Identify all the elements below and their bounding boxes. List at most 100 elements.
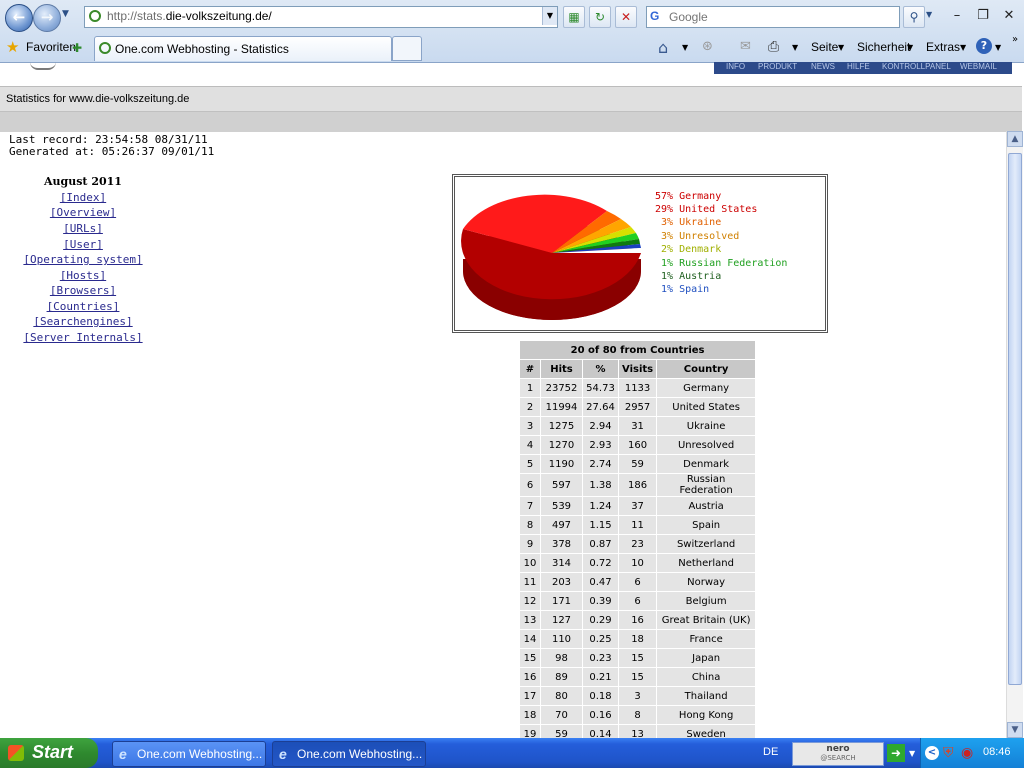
legend-spain: 1% Spain bbox=[655, 284, 710, 295]
cell-percent: 0.25 bbox=[582, 629, 619, 649]
security-menu[interactable]: Sicherheit bbox=[857, 40, 910, 54]
cell-country: China bbox=[656, 667, 757, 687]
vertical-scrollbar[interactable]: ▲ ▼ bbox=[1006, 131, 1023, 738]
stop-icon[interactable]: ✕ bbox=[615, 6, 637, 28]
cell-rank: 10 bbox=[519, 553, 541, 573]
nav-link-countries[interactable]: [Countries] bbox=[3, 300, 163, 313]
tab-statistics[interactable]: One.com Webhosting - Statistics bbox=[94, 36, 392, 61]
table-row: 16 89 0.21 15 China bbox=[519, 667, 757, 687]
favorites-button[interactable]: Favoriten bbox=[26, 40, 76, 54]
print-icon[interactable]: ⎙ bbox=[768, 39, 779, 55]
print-dropdown-icon[interactable]: ▼ bbox=[792, 43, 798, 52]
generated-at: Generated at: 05:26:37 09/01/11 bbox=[9, 145, 215, 158]
cell-percent: 1.38 bbox=[582, 473, 619, 497]
help-icon[interactable]: ? bbox=[976, 38, 992, 54]
countries-pie-chart: 57% Germany 29% United States 3% Ukraine… bbox=[452, 174, 828, 333]
cell-hits: 80 bbox=[540, 686, 583, 706]
search-box[interactable]: G bbox=[646, 6, 900, 28]
search-options-icon[interactable]: ▼ bbox=[926, 10, 932, 19]
help-dropdown-icon[interactable]: ▼ bbox=[995, 43, 1001, 52]
cell-hits: 539 bbox=[540, 496, 583, 516]
site-nav-info[interactable]: INFO bbox=[726, 62, 745, 71]
col-header-hits: Hits bbox=[540, 359, 583, 379]
ie-icon: e bbox=[119, 746, 127, 762]
history-dropdown-icon[interactable]: ▼ bbox=[62, 9, 69, 19]
back-button[interactable]: ← bbox=[5, 4, 33, 32]
go-arrow-icon[interactable]: ➜ bbox=[887, 744, 905, 762]
security-shield-icon[interactable]: ⛨ bbox=[943, 745, 954, 761]
close-icon[interactable]: ✕ bbox=[999, 6, 1019, 26]
language-indicator[interactable]: DE bbox=[763, 746, 778, 758]
scroll-thumb[interactable] bbox=[1008, 153, 1022, 685]
cell-visits: 10 bbox=[617, 553, 658, 573]
legend-denmark: 2% Denmark bbox=[655, 244, 722, 255]
table-row: 8 497 1.15 11 Spain bbox=[519, 515, 757, 535]
stats-header-bar: Statistics for www.die-volkszeitung.de bbox=[0, 86, 1022, 111]
col-header-rank: # bbox=[519, 359, 541, 379]
mail-icon[interactable]: ✉ bbox=[740, 39, 751, 54]
home-dropdown-icon[interactable]: ▼ bbox=[682, 43, 688, 52]
tray-expand-icon[interactable]: < bbox=[925, 746, 939, 760]
taskbar-item-1-label: One.com Webhosting... bbox=[137, 747, 263, 761]
legend-united-states: 29% United States bbox=[655, 204, 758, 215]
page-menu[interactable]: Seite bbox=[811, 40, 838, 54]
chevron-right-icon[interactable]: » bbox=[1012, 34, 1018, 45]
windows-logo-icon bbox=[8, 745, 24, 761]
taskbar-item-1[interactable]: e One.com Webhosting... bbox=[112, 741, 266, 767]
new-tab-button[interactable] bbox=[392, 36, 422, 61]
nav-link-searchengines[interactable]: [Searchengines] bbox=[3, 315, 163, 328]
cell-hits: 98 bbox=[540, 648, 583, 668]
nav-link-overview[interactable]: [Overview] bbox=[3, 206, 163, 219]
address-bar[interactable]: http://stats.die-volkszeitung.de/ ▼ bbox=[84, 6, 558, 28]
nav-link-operating-system[interactable]: [Operating system] bbox=[3, 253, 163, 266]
search-icon[interactable]: ⚲ bbox=[903, 6, 925, 28]
site-nav-news[interactable]: NEWS bbox=[811, 62, 835, 71]
site-nav-produkt[interactable]: PRODUKT bbox=[758, 62, 797, 71]
cell-hits: 1270 bbox=[540, 435, 583, 455]
scroll-up-icon[interactable]: ▲ bbox=[1007, 131, 1023, 147]
address-dropdown-icon[interactable]: ▼ bbox=[542, 7, 557, 25]
feeds-icon[interactable]: ⊛ bbox=[702, 39, 713, 54]
taskbar-item-2[interactable]: e One.com Webhosting... bbox=[272, 741, 426, 767]
favorites-add-icon[interactable]: ✚ bbox=[72, 41, 92, 55]
cell-country: France bbox=[656, 629, 757, 649]
cell-rank: 7 bbox=[519, 496, 541, 516]
nero-search-box[interactable]: nero @SEARCH bbox=[792, 742, 884, 766]
cell-percent: 2.93 bbox=[582, 435, 619, 455]
restore-icon[interactable]: ❐ bbox=[973, 6, 993, 26]
search-input[interactable] bbox=[667, 8, 896, 26]
nero-dropdown-icon[interactable]: ▼ bbox=[909, 749, 915, 758]
cell-percent: 0.29 bbox=[582, 610, 619, 630]
tab-title: One.com Webhosting - Statistics bbox=[115, 42, 289, 56]
cell-visits: 186 bbox=[617, 473, 658, 497]
site-nav-kontrollpanel[interactable]: KONTROLLPANEL bbox=[882, 62, 951, 71]
table-row: 18 70 0.16 8 Hong Kong bbox=[519, 705, 757, 725]
nav-link-server-internals[interactable]: [Server Internals] bbox=[3, 331, 163, 344]
start-button[interactable]: Start bbox=[0, 738, 98, 768]
nav-link-browsers[interactable]: [Browsers] bbox=[3, 284, 163, 297]
refresh-icon[interactable]: ↻ bbox=[589, 6, 611, 28]
cell-visits: 31 bbox=[617, 416, 658, 436]
table-row: 11 203 0.47 6 Norway bbox=[519, 572, 757, 592]
nav-link-index[interactable]: [Index] bbox=[3, 191, 163, 204]
cell-hits: 89 bbox=[540, 667, 583, 687]
scroll-down-icon[interactable]: ▼ bbox=[1007, 722, 1023, 738]
nav-link-hosts[interactable]: [Hosts] bbox=[3, 269, 163, 282]
legend-unresolved: 3% Unresolved bbox=[655, 231, 740, 242]
cell-percent: 0.21 bbox=[582, 667, 619, 687]
cell-rank: 16 bbox=[519, 667, 541, 687]
col-header-percent: % bbox=[582, 359, 619, 379]
home-icon[interactable]: ⌂ bbox=[658, 38, 668, 57]
extras-menu[interactable]: Extras bbox=[926, 40, 960, 54]
nav-link-urls[interactable]: [URLs] bbox=[3, 222, 163, 235]
nav-link-user[interactable]: [User] bbox=[3, 238, 163, 251]
antivirus-icon[interactable]: ◉ bbox=[961, 745, 973, 761]
compatibility-icon[interactable]: ▦ bbox=[563, 6, 585, 28]
site-nav-hilfe[interactable]: HILFE bbox=[847, 62, 870, 71]
minimize-icon[interactable]: – bbox=[947, 6, 967, 26]
forward-button[interactable]: → bbox=[33, 4, 61, 32]
site-nav-webmail[interactable]: WEBMAIL bbox=[960, 62, 997, 71]
cell-hits: 497 bbox=[540, 515, 583, 535]
cell-country: Hong Kong bbox=[656, 705, 757, 725]
table-row: 5 1190 2.74 59 Denmark bbox=[519, 454, 757, 474]
